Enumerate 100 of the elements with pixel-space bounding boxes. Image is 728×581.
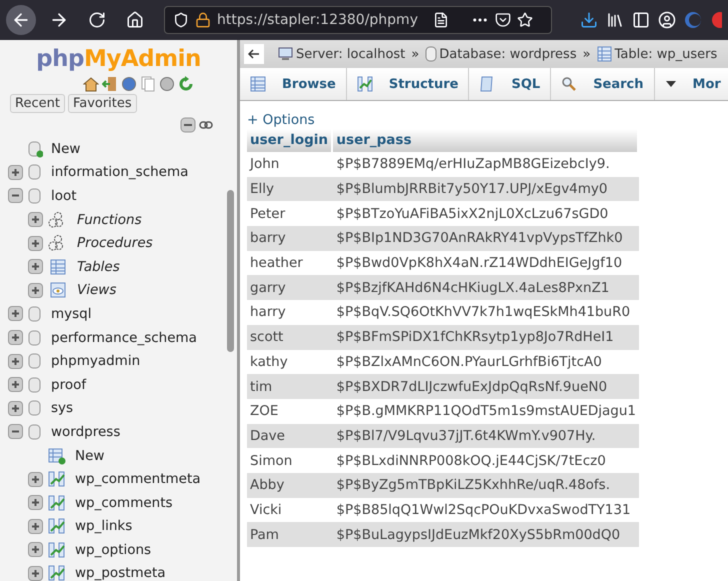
expand-button[interactable] [8, 164, 23, 180]
plus-icon [31, 215, 40, 224]
tree-item[interactable]: phpmyadmin [51, 353, 140, 370]
nav-tab[interactable]: SQL [469, 68, 552, 100]
settings-icon[interactable] [159, 76, 175, 92]
tree-item[interactable]: New [75, 448, 104, 464]
plus-icon [31, 238, 40, 248]
tree-item[interactable]: wp_options [75, 542, 152, 558]
breadcrumb-separator: » [411, 46, 420, 62]
tree-item[interactable]: wp_comments [75, 494, 173, 511]
expand-button[interactable] [8, 400, 23, 416]
collapse-button[interactable] [8, 188, 23, 204]
tree-item[interactable]: wp_postmeta [75, 565, 166, 581]
expand-button[interactable] [28, 282, 43, 298]
expand-button[interactable] [8, 354, 23, 369]
expand-button[interactable] [8, 330, 23, 346]
database-icon [27, 163, 43, 182]
sidebar-tab-button[interactable]: Recent [10, 94, 65, 113]
address-bar[interactable]: https://stapler:12380/phpmy [164, 6, 552, 34]
tree-item[interactable]: wordpress [51, 424, 120, 440]
plus-icon [31, 262, 40, 272]
tree-item[interactable]: Functions [77, 212, 142, 228]
structure-icon [356, 76, 373, 92]
tree-item[interactable]: loot [51, 188, 77, 204]
table-structure-icon [47, 494, 67, 512]
options-link[interactable]: + Options [247, 112, 728, 128]
scrollbar[interactable] [227, 190, 234, 352]
table-cell: Dave [247, 424, 334, 448]
table-cell: $P$Bl7/V9Lqvu37jJT.6t4KWmY.v907Hy. [333, 424, 639, 448]
table-structure-icon [47, 517, 67, 536]
expand-button[interactable] [28, 518, 43, 534]
extension-icon[interactable] [684, 11, 702, 29]
table-cell: Abby [247, 472, 334, 498]
nav-tab[interactable]: Browse [240, 68, 347, 100]
account-icon[interactable] [658, 11, 676, 29]
reader-view-icon[interactable] [433, 12, 449, 28]
expand-button[interactable] [28, 259, 43, 274]
plus-icon [11, 356, 20, 366]
breadcrumb-link[interactable]: Server: localhost [278, 46, 406, 62]
sidebar-icon[interactable] [632, 11, 650, 29]
logo[interactable]: phpMyAdmin [0, 46, 237, 72]
nav-tab[interactable]: Search [551, 68, 655, 100]
library-icon[interactable] [606, 11, 624, 29]
plus-icon [11, 168, 20, 177]
table-cell: Elly [247, 176, 334, 202]
url-text: https://stapler:12380/phpmy [217, 12, 419, 28]
tree-item[interactable]: wp_links [75, 518, 132, 534]
column-header[interactable]: user_pass [333, 129, 639, 152]
tree-item[interactable]: New [51, 140, 80, 157]
database-icon [425, 46, 438, 62]
expand-button[interactable] [28, 236, 43, 251]
reload-icon [88, 11, 106, 29]
tree-item[interactable]: wp_commentmeta [75, 471, 201, 488]
expand-button[interactable] [8, 306, 23, 322]
tree-item[interactable]: information_schema [51, 164, 188, 180]
collapse-sidebar-button[interactable] [244, 44, 264, 64]
tree-item[interactable]: Views [77, 282, 116, 298]
table-cell: $P$ByZg5mTBpKiLZ5KxhhRe/uqR.48ofs. [333, 472, 639, 498]
breadcrumb-link[interactable]: Database: wordpress [425, 46, 577, 62]
tree-item[interactable]: sys [51, 400, 74, 416]
expand-button[interactable] [28, 566, 43, 581]
table-icon [596, 46, 613, 62]
left-arrow-icon [248, 49, 260, 59]
tree-item[interactable]: mysql [51, 306, 92, 322]
tree-item[interactable]: performance_schema [51, 330, 197, 346]
pocket-icon[interactable] [495, 12, 511, 28]
tree-item[interactable]: Procedures [77, 235, 153, 252]
table-cell: $P$BXDR7dLIJczwfuExJdpQqRsNf.9ueN0 [333, 374, 639, 399]
exit-icon[interactable] [102, 76, 118, 92]
nav-tab[interactable]: Mor [654, 68, 728, 100]
shield-icon [173, 12, 189, 28]
plus-icon [11, 404, 20, 413]
nav-tab[interactable]: Structure [346, 68, 470, 100]
breadcrumb-link[interactable]: Table: wp_users [596, 46, 718, 62]
plus-icon [31, 568, 40, 578]
back-button[interactable] [6, 5, 36, 35]
collapse-all-icon[interactable] [180, 117, 196, 133]
column-header[interactable]: user_login [247, 129, 334, 152]
extension-icon[interactable] [710, 11, 722, 29]
expand-button[interactable] [28, 542, 43, 558]
database-icon [27, 399, 43, 418]
help-icon[interactable] [121, 76, 137, 92]
table-cell: $P$BFmSPiDX1fChKRsytp1yp8Jo7RdHeI1 [333, 324, 639, 350]
expand-button[interactable] [28, 472, 43, 487]
sidebar-tab-button[interactable]: Favorites [68, 94, 137, 113]
reload-icon[interactable] [178, 76, 194, 92]
collapse-button[interactable] [8, 424, 23, 440]
download-icon[interactable] [580, 11, 598, 29]
expand-button[interactable] [28, 212, 43, 228]
database-icon [27, 186, 43, 205]
tree-item[interactable]: Tables [77, 258, 120, 275]
database-icon [27, 304, 43, 323]
expand-button[interactable] [8, 377, 23, 392]
expand-button[interactable] [28, 495, 43, 510]
caret-icon [664, 80, 677, 88]
table-cell: $P$BuLagypsIJdEuzMkf20XyS5bRm00dQ0 [333, 522, 639, 547]
table-cell: barry [247, 226, 334, 251]
star-icon[interactable] [517, 12, 533, 28]
tree-item[interactable]: proof [51, 376, 86, 393]
home-icon[interactable] [83, 76, 99, 92]
